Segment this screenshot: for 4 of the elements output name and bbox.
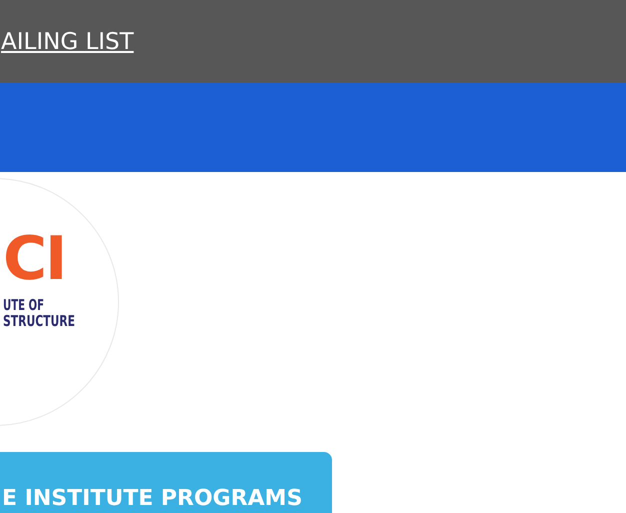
mailing-list-link[interactable]: AILING LIST bbox=[1, 26, 134, 56]
logo-text: UTE OF bbox=[3, 297, 44, 313]
logo-letters: CI bbox=[3, 227, 66, 291]
logo-text: STRUCTURE bbox=[3, 313, 75, 329]
